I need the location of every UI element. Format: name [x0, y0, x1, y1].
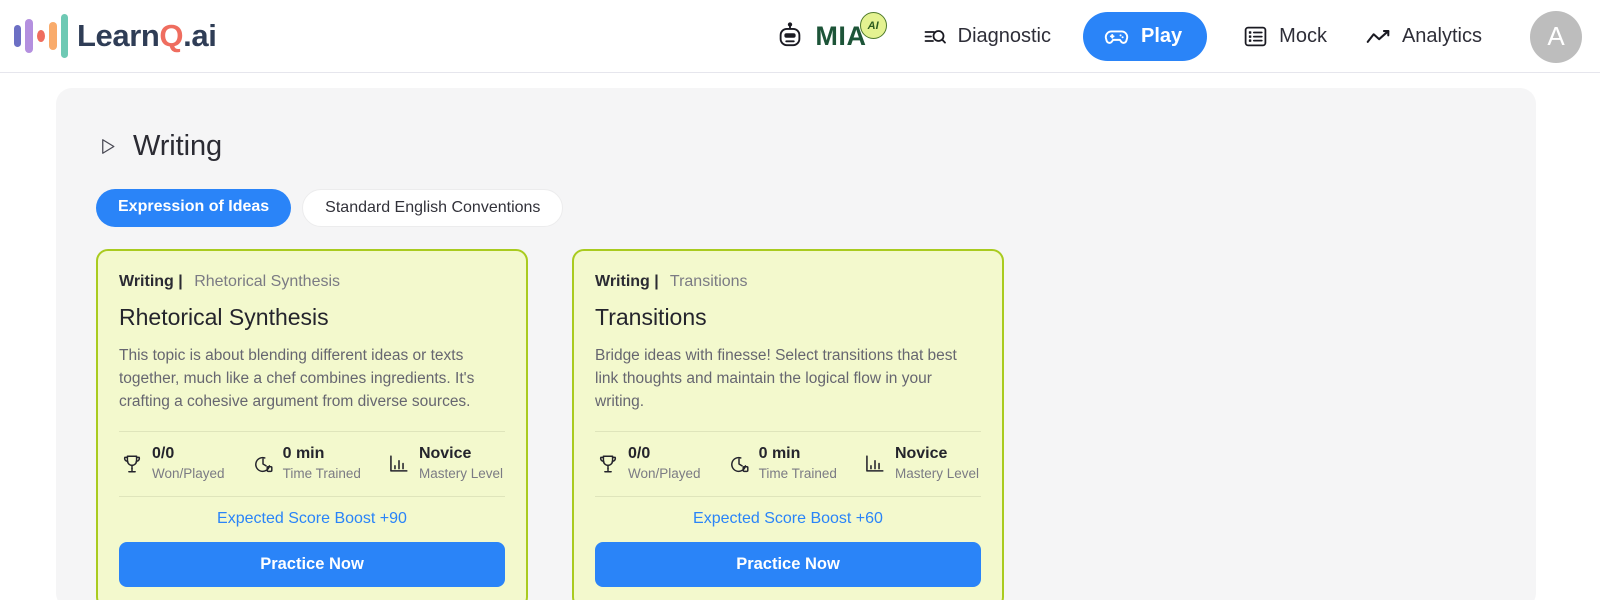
nav-item-play-label: Play [1141, 25, 1183, 47]
nav-right-group: MIA AI Diagnostic Play Mock Analytics A [775, 0, 1600, 73]
card-breadcrumb: Writing | Rhetorical Synthesis [119, 273, 505, 291]
line-chart-icon [1365, 24, 1391, 50]
topic-card-list: Writing | Rhetorical Synthesis Rhetorica… [96, 249, 1498, 600]
stat-label: Time Trained [282, 466, 361, 481]
nav-item-mock[interactable]: Mock [1229, 16, 1341, 57]
card-title: Rhetorical Synthesis [119, 304, 329, 330]
nav-item-analytics-label: Analytics [1401, 25, 1482, 47]
practice-now-button[interactable]: Practice Now [119, 542, 505, 587]
page-title: Writing [133, 130, 223, 162]
play-triangle-outline-icon[interactable] [98, 137, 117, 156]
panel-header: Writing [98, 130, 1498, 163]
brand-name-tail: .ai [183, 18, 217, 53]
avatar-initial: A [1547, 21, 1565, 51]
nav-item-diagnostic-label: Diagnostic [957, 25, 1052, 47]
topic-card[interactable]: Writing | Transitions Transitions Bridge… [572, 249, 1004, 600]
stat-mastery-level: Novice Mastery Level [388, 445, 503, 483]
robot-icon [775, 21, 805, 52]
expected-score-boost: Expected Score Boost +60 [693, 510, 883, 527]
card-title: Transitions [595, 304, 707, 330]
stat-mastery-level: Novice Mastery Level [864, 445, 979, 483]
stat-won-played: 0/0 Won/Played [121, 445, 225, 483]
trophy-icon [121, 453, 143, 475]
stat-label: Mastery Level [418, 466, 503, 481]
topic-card[interactable]: Writing | Rhetorical Synthesis Rhetorica… [96, 249, 528, 600]
card-breadcrumb-topic: Rhetorical Synthesis [194, 273, 341, 290]
tab-expression-of-ideas[interactable]: Expression of Ideas [96, 189, 292, 227]
search-list-icon [923, 25, 947, 49]
nav-item-analytics[interactable]: Analytics [1351, 16, 1496, 58]
waveform-bars-logo [14, 14, 68, 58]
nav-item-diagnostic[interactable]: Diagnostic [909, 17, 1065, 57]
stat-value: 0 min [758, 445, 801, 462]
stat-won-played: 0/0 Won/Played [597, 445, 701, 483]
page-body: Writing Expression of Ideas Standard Eng… [0, 73, 1600, 600]
stat-value: 0/0 [152, 445, 175, 462]
tab-standard-english-conventions[interactable]: Standard English Conventions [302, 189, 564, 227]
stat-value: Novice [894, 445, 948, 462]
ai-badge: AI [859, 12, 887, 39]
writing-panel: Writing Expression of Ideas Standard Eng… [56, 88, 1536, 600]
card-stats-row: 0/0 Won/Played 0 min Time Trained Novice… [119, 432, 505, 496]
card-description: This topic is about blending different i… [119, 347, 475, 410]
expected-score-boost: Expected Score Boost +90 [217, 510, 407, 527]
card-breadcrumb-subject: Writing | [595, 273, 659, 290]
stat-label: Mastery Level [894, 466, 979, 481]
trophy-icon [597, 453, 619, 475]
brand-name-q: Q [159, 18, 184, 53]
bar-chart-icon [864, 453, 886, 475]
card-description: Bridge ideas with finesse! Select transi… [595, 347, 957, 410]
top-navigation-bar: LearnQ.ai MIA AI Diagnostic Play Mock An… [0, 0, 1600, 73]
tab-group: Expression of Ideas Standard English Con… [96, 189, 1498, 227]
card-breadcrumb: Writing | Transitions [595, 273, 981, 291]
stat-label: Time Trained [758, 466, 837, 481]
stat-label: Won/Played [152, 466, 225, 481]
gamepad-icon [1103, 23, 1130, 50]
stat-value: 0/0 [628, 445, 651, 462]
bar-chart-icon [388, 453, 410, 475]
card-breadcrumb-subject: Writing | [119, 273, 183, 290]
stat-label: Won/Played [628, 466, 701, 481]
avatar[interactable]: A [1530, 10, 1582, 63]
card-breadcrumb-topic: Transitions [669, 273, 748, 290]
timer-icon [728, 453, 750, 475]
stat-time-trained: 0 min Time Trained [728, 445, 837, 483]
card-stats-row: 0/0 Won/Played 0 min Time Trained Novice… [595, 432, 981, 496]
stat-value: Novice [418, 445, 472, 462]
mia-assistant-button[interactable]: MIA AI [775, 12, 887, 52]
checklist-icon [1243, 24, 1268, 49]
stat-time-trained: 0 min Time Trained [252, 445, 361, 483]
practice-now-button[interactable]: Practice Now [595, 542, 981, 587]
timer-icon [252, 453, 274, 475]
stat-value: 0 min [282, 445, 325, 462]
brand-logo[interactable]: LearnQ.ai [14, 14, 217, 58]
nav-item-mock-label: Mock [1279, 25, 1327, 47]
brand-name-main: Learn [77, 18, 160, 53]
mia-label: MIA [815, 21, 867, 51]
nav-item-play[interactable]: Play [1083, 12, 1208, 61]
brand-name: LearnQ.ai [77, 18, 217, 54]
